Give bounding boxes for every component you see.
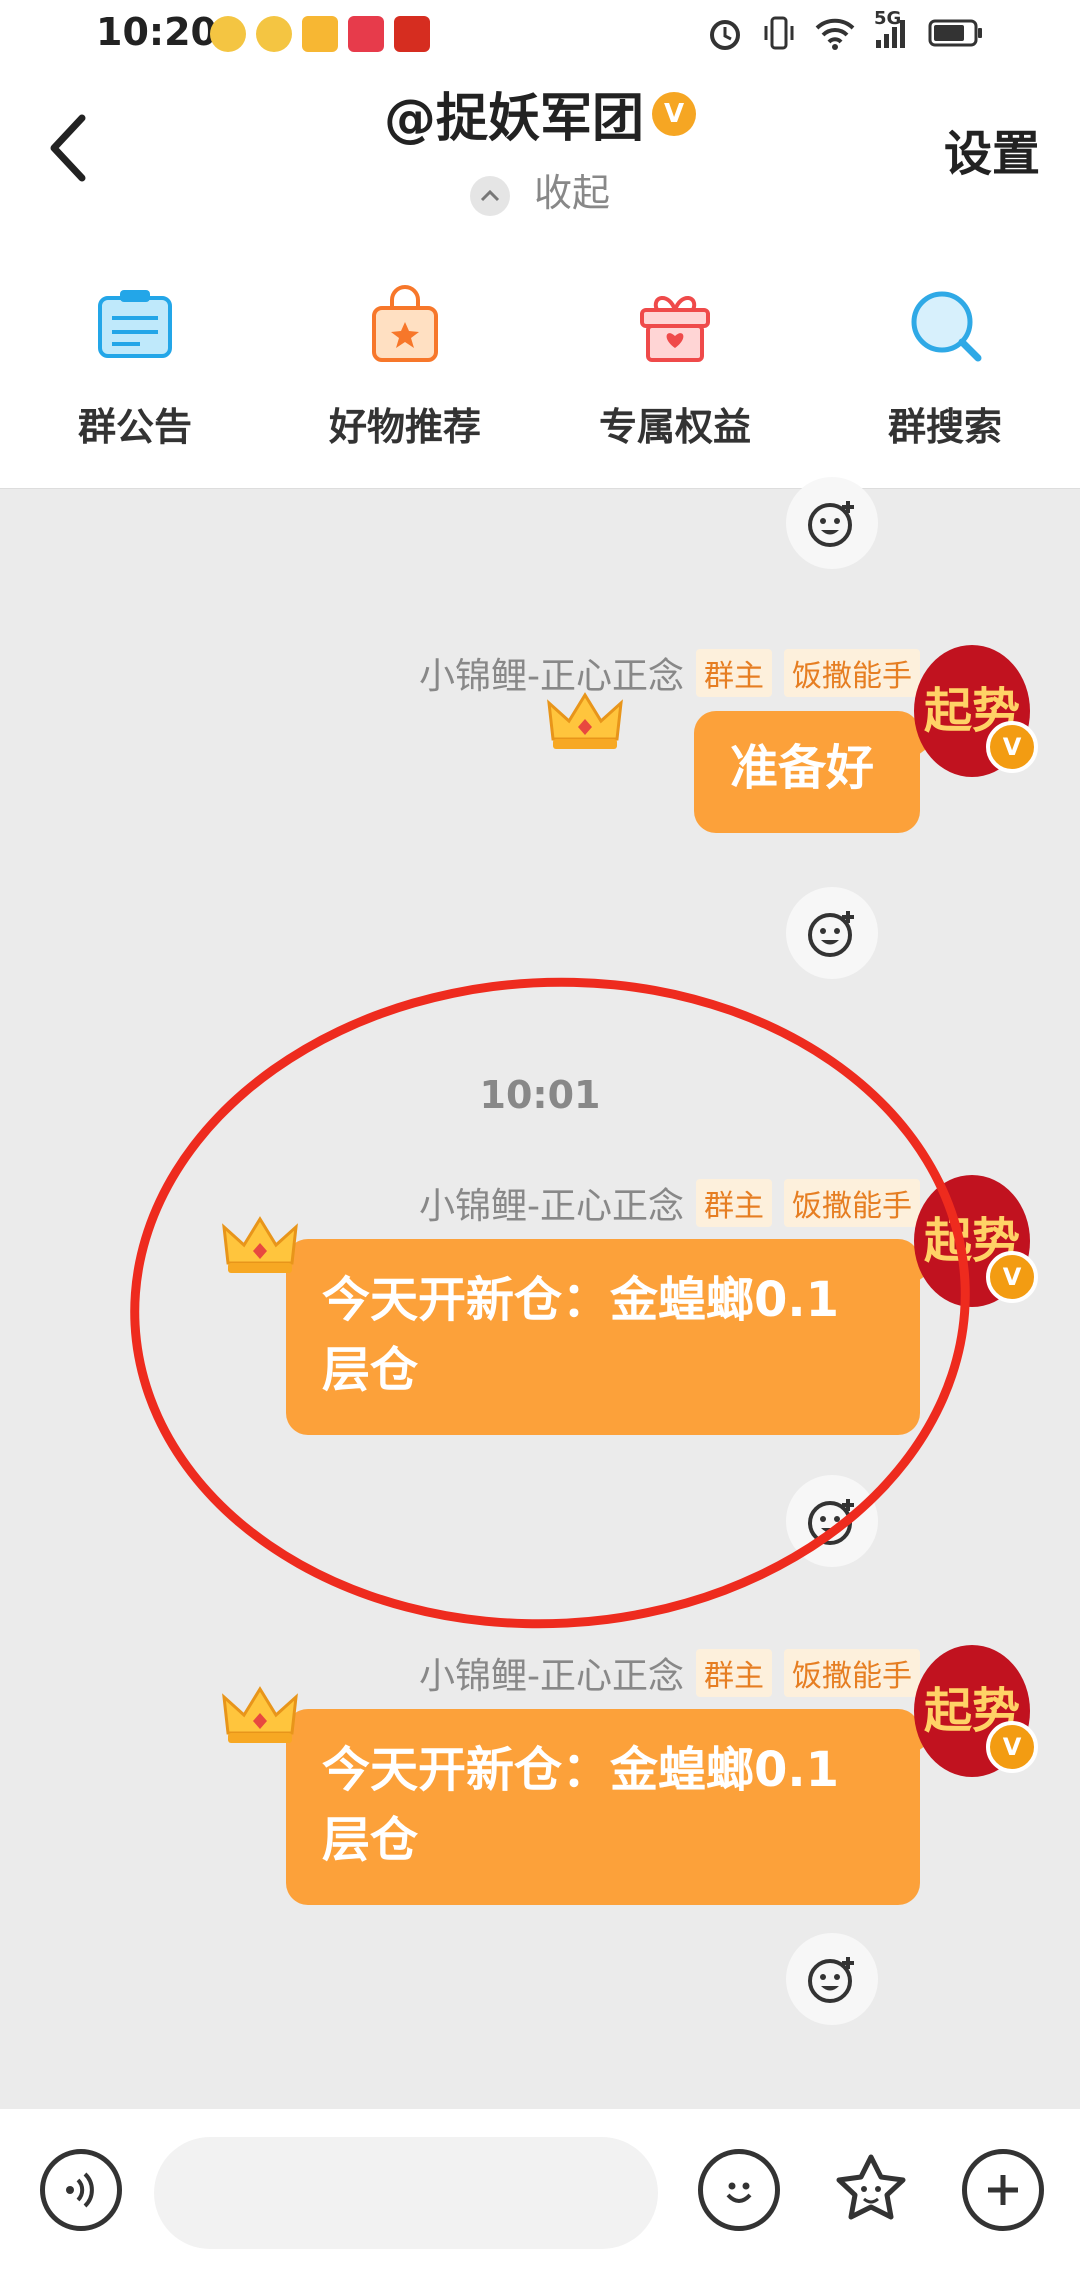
group-name: @捉妖军团 xyxy=(383,89,644,149)
alarm-icon xyxy=(706,14,744,56)
shopping-bag-icon xyxy=(360,280,450,370)
status-bar: 10:20 5G xyxy=(0,0,1080,70)
weibo-icon xyxy=(256,16,292,52)
announcement-icon xyxy=(90,280,180,370)
battery-icon xyxy=(928,18,984,52)
sender-name: 小锦鲤-正心正念 xyxy=(419,1656,684,1697)
message-bubble[interactable]: 准备好 xyxy=(694,711,920,833)
quick-actions-bar: 群公告 好物推荐 专属权益 群搜索 xyxy=(0,260,1080,489)
message-sender: 小锦鲤-正心正念 群主 饭撒能手 xyxy=(419,647,920,699)
avatar[interactable]: 起势 V xyxy=(914,1645,1038,1777)
add-button[interactable] xyxy=(962,2149,1044,2231)
verified-badge-icon: V xyxy=(986,1251,1038,1303)
emoji-plus-icon xyxy=(808,1957,854,2003)
crown-icon xyxy=(220,1683,300,1753)
verified-badge-icon: V xyxy=(652,91,696,136)
title-badge: 饭撒能手 xyxy=(784,1649,920,1697)
settings-button[interactable]: 设置 xyxy=(944,114,1040,184)
quick-action-label: 专属权益 xyxy=(598,405,751,449)
vibrate-icon xyxy=(762,14,796,56)
title-badge: 饭撒能手 xyxy=(784,649,920,697)
message-input[interactable] xyxy=(154,2137,658,2249)
add-reaction-button[interactable] xyxy=(786,1933,878,2025)
avatar[interactable]: 起势 V xyxy=(914,645,1038,777)
notification-icons xyxy=(210,16,430,52)
collapse-label: 收起 xyxy=(534,171,611,215)
page-title: @捉妖军团 V xyxy=(384,76,696,151)
chevron-up-icon xyxy=(469,175,510,216)
collapse-button[interactable]: 收起 xyxy=(0,162,1080,217)
sticker-button[interactable] xyxy=(830,2149,912,2231)
app-icon xyxy=(394,16,430,52)
search-icon xyxy=(900,280,990,370)
input-bar xyxy=(0,2109,1080,2280)
quick-action-label: 群公告 xyxy=(77,405,192,449)
wifi-icon xyxy=(814,16,856,54)
add-reaction-button[interactable] xyxy=(786,887,878,979)
crown-icon xyxy=(545,689,625,759)
quick-action-benefits[interactable]: 专属权益 xyxy=(540,260,810,488)
message-bubble[interactable]: 今天开新仓：金蝗螂0.1层仓 xyxy=(286,1709,920,1905)
red-packet-icon xyxy=(302,16,338,52)
plus-icon xyxy=(988,2175,1018,2205)
system-icons: 5G xyxy=(706,8,984,56)
verified-badge-icon: V xyxy=(986,721,1038,773)
status-time: 10:20 xyxy=(96,10,217,54)
quick-action-label: 好物推荐 xyxy=(328,405,481,449)
quick-action-search[interactable]: 群搜索 xyxy=(810,260,1080,488)
voice-icon xyxy=(66,2172,94,2208)
header: @捉妖军团 V 收起 设置 xyxy=(0,70,1080,260)
gift-icon xyxy=(630,280,720,370)
role-badge: 群主 xyxy=(696,1649,772,1697)
emoji-plus-icon xyxy=(808,911,854,957)
quick-action-announcement[interactable]: 群公告 xyxy=(0,260,270,488)
weibo-icon xyxy=(210,16,246,52)
network-type: 5G xyxy=(874,8,902,29)
star-face-icon xyxy=(836,2154,906,2220)
app-icon xyxy=(348,16,384,52)
add-reaction-button[interactable] xyxy=(786,477,878,569)
quick-action-label: 群搜索 xyxy=(887,405,1002,449)
quick-action-recommend[interactable]: 好物推荐 xyxy=(270,260,540,488)
voice-button[interactable] xyxy=(40,2149,122,2231)
emoji-plus-icon xyxy=(808,501,854,547)
verified-badge-icon: V xyxy=(986,1721,1038,1773)
signal-icon: 5G xyxy=(874,8,910,54)
message-sender: 小锦鲤-正心正念 群主 饭撒能手 xyxy=(419,1647,920,1699)
role-badge: 群主 xyxy=(696,649,772,697)
emoji-icon xyxy=(726,2182,752,2203)
emoji-button[interactable] xyxy=(698,2149,780,2231)
